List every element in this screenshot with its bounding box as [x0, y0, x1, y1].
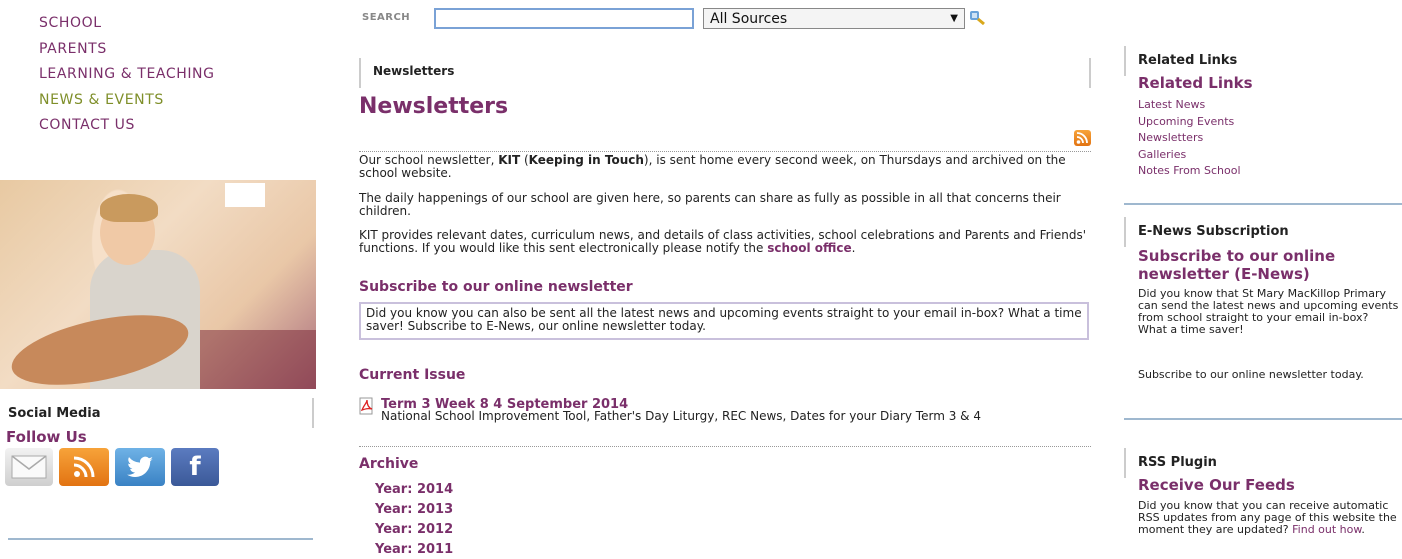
rss-heading: Receive Our Feeds: [1138, 476, 1295, 494]
main-content: Newsletters Newsletters Our school newsl…: [357, 0, 1095, 559]
enews-text: Did you know that St Mary MacKillop Prim…: [1138, 287, 1399, 336]
rss-text: Did you know that you can receive automa…: [1138, 499, 1397, 536]
left-divider: [8, 538, 313, 540]
nav-item-news-events[interactable]: NEWS & EVENTS: [39, 91, 215, 117]
intro-paragraph-2: The daily happenings of our school are g…: [359, 191, 1061, 218]
related-link-notes-from-school[interactable]: Notes From School: [1138, 164, 1241, 177]
archive-year-2013[interactable]: Year: 2013: [375, 502, 453, 517]
related-link-latest-news[interactable]: Latest News: [1138, 98, 1205, 111]
page-title: Newsletters: [359, 94, 509, 119]
mail-icon[interactable]: [5, 448, 53, 486]
facebook-icon[interactable]: f: [171, 448, 219, 486]
nav-item-contact-us[interactable]: CONTACT US: [39, 116, 215, 142]
find-out-how-link[interactable]: Find out how: [1292, 523, 1361, 536]
related-link-galleries[interactable]: Galleries: [1138, 148, 1186, 161]
enews-subscribe-text: Subscribe to our online newsletter today…: [1138, 368, 1364, 381]
archive-year-2012[interactable]: Year: 2012: [375, 522, 453, 537]
main-nav: SCHOOL PARENTS LEARNING & TEACHING NEWS …: [39, 14, 215, 142]
enews-label: E-News Subscription: [1138, 224, 1289, 239]
right-sidebar: Related Links Related Links Latest News …: [1124, 0, 1402, 559]
intro-paragraph-3: KIT provides relevant dates, curriculum …: [359, 228, 1087, 255]
follow-us-heading: Follow Us: [6, 428, 87, 446]
subscribe-heading: Subscribe to our online newsletter: [359, 279, 633, 295]
current-issue-description: National School Improvement Tool, Father…: [381, 409, 981, 423]
current-issue-heading: Current Issue: [359, 367, 466, 383]
rss-icon[interactable]: [59, 448, 109, 486]
related-links-heading: Related Links: [1138, 74, 1253, 92]
rss-feed-icon[interactable]: [1074, 130, 1091, 146]
hero-photo-boy-guitar: [0, 180, 316, 389]
archive-heading: Archive: [359, 456, 419, 472]
archive-year-2011[interactable]: Year: 2011: [375, 542, 453, 557]
subscribe-box: Did you know you can also be sent all th…: [359, 302, 1089, 340]
related-link-upcoming-events[interactable]: Upcoming Events: [1138, 115, 1234, 128]
nav-item-parents[interactable]: PARENTS: [39, 40, 215, 66]
related-link-newsletters[interactable]: Newsletters: [1138, 131, 1203, 144]
pdf-icon: [359, 397, 373, 415]
social-icons: f: [5, 448, 219, 486]
left-column: SCHOOL PARENTS LEARNING & TEACHING NEWS …: [0, 0, 320, 559]
rss-plugin-label: RSS Plugin: [1138, 455, 1217, 470]
nav-item-school[interactable]: SCHOOL: [39, 14, 215, 40]
related-links-label: Related Links: [1138, 53, 1238, 68]
enews-heading: Subscribe to our online newsletter (E-Ne…: [1138, 247, 1336, 283]
social-media-title: Social Media: [8, 406, 101, 421]
breadcrumb: Newsletters: [373, 64, 455, 78]
archive-year-2014[interactable]: Year: 2014: [375, 482, 453, 497]
twitter-icon[interactable]: [115, 448, 165, 486]
school-office-link[interactable]: school office: [767, 241, 851, 255]
nav-item-learning-teaching[interactable]: LEARNING & TEACHING: [39, 65, 215, 91]
intro-paragraph-1: Our school newsletter, KIT (Keeping in T…: [359, 153, 1066, 180]
